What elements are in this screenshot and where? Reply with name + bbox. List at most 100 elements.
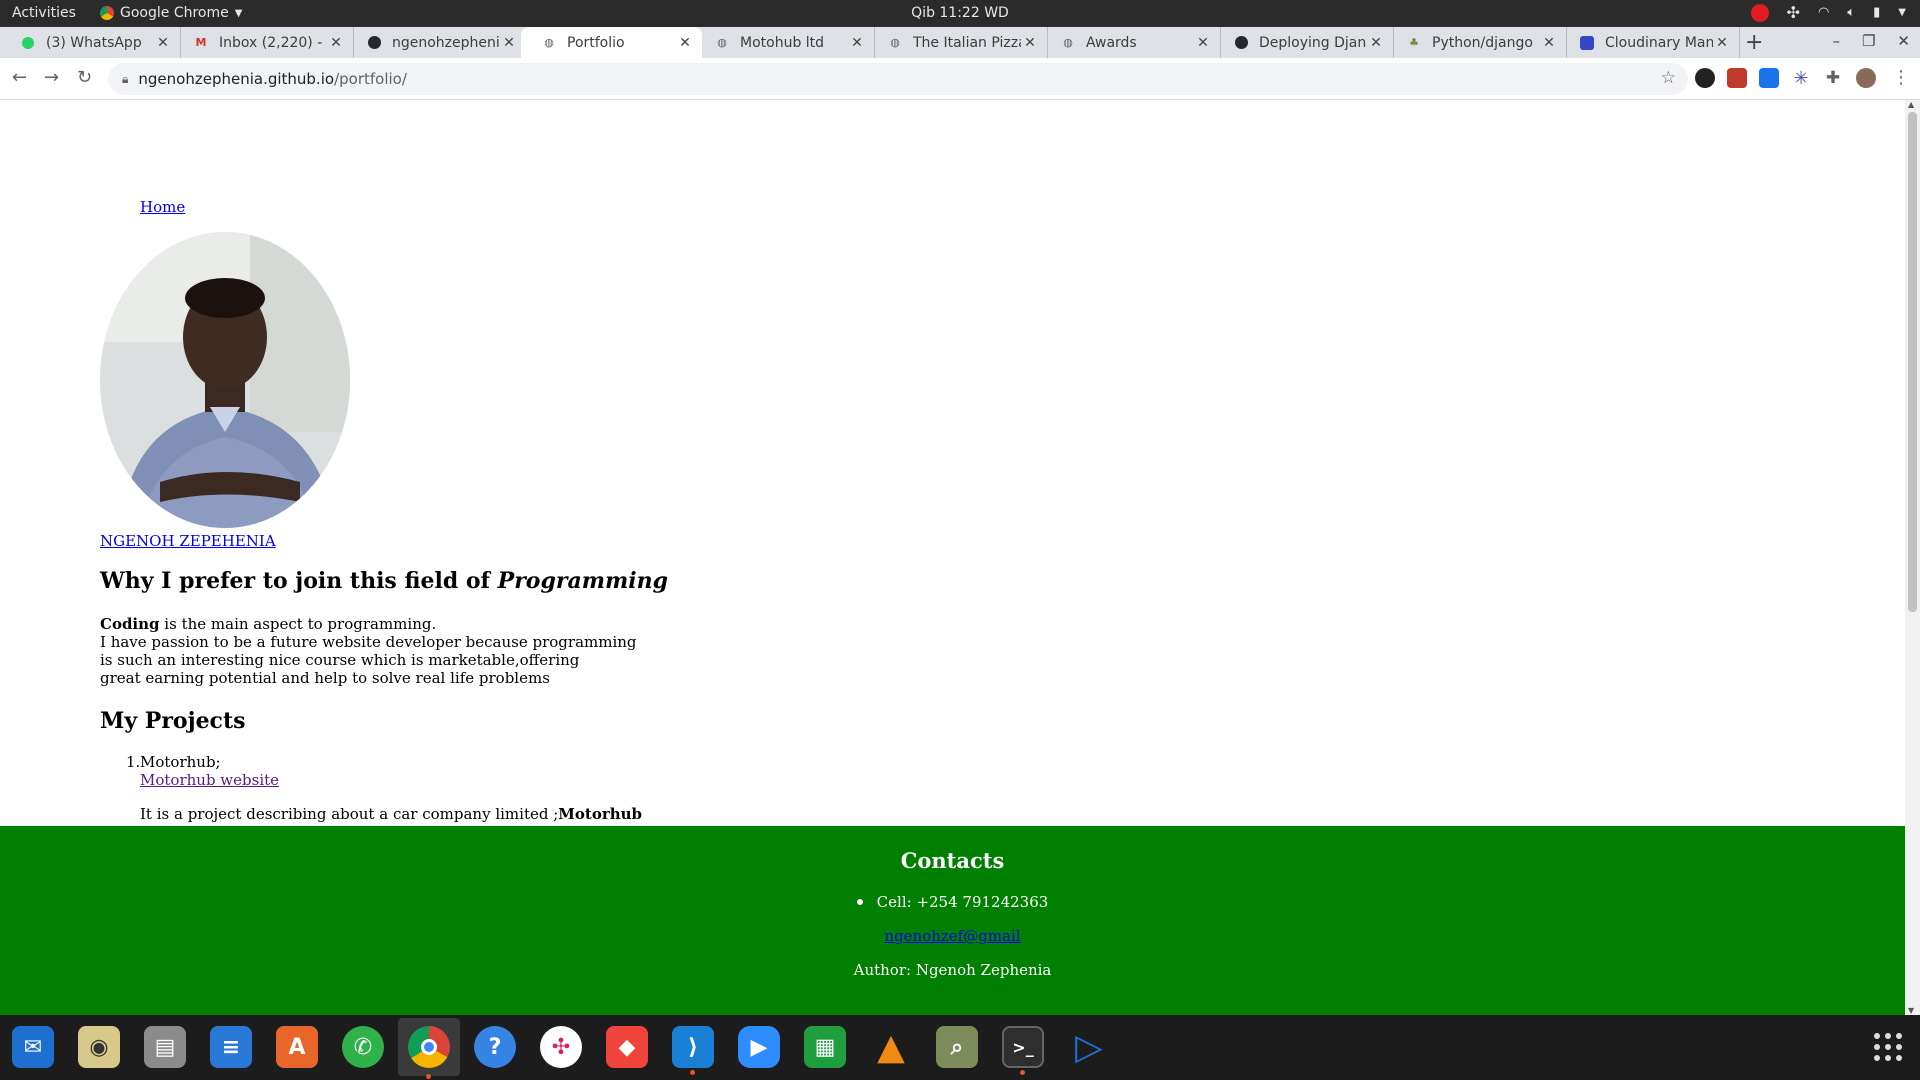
close-icon[interactable]: ✕ xyxy=(1367,35,1385,51)
running-indicator xyxy=(426,1074,431,1079)
zoom-icon: ▶ xyxy=(738,1026,780,1068)
author-name-link[interactable]: NGENOH ZEPEHENIA xyxy=(100,532,276,550)
vlc-icon: ▲ xyxy=(877,1026,905,1068)
forward-arrow-icon[interactable]: → xyxy=(44,67,59,88)
webcam-icon: ◉ xyxy=(78,1026,120,1068)
page-scrollbar[interactable]: ▲ ▼ xyxy=(1905,100,1920,1015)
dock-webcam[interactable]: ◉ xyxy=(74,1022,124,1072)
dock-files[interactable]: ▤ xyxy=(140,1022,190,1072)
my-projects-heading: My Projects xyxy=(100,708,246,734)
volume-icon[interactable]: 🔈︎ xyxy=(1847,5,1855,20)
system-menu-chevron-icon[interactable]: ▼ xyxy=(1898,7,1906,18)
heading-text: Why I prefer to join this field of xyxy=(100,568,498,594)
scroll-down-arrow-icon[interactable]: ▼ xyxy=(1908,1006,1914,1015)
close-icon[interactable]: ✕ xyxy=(1194,35,1212,51)
close-icon[interactable]: ✕ xyxy=(848,35,866,51)
dock-media-player[interactable]: ▷ xyxy=(1064,1022,1114,1072)
app-menu[interactable]: Google Chrome ▼ xyxy=(100,5,242,21)
chrome-icon xyxy=(408,1026,450,1068)
scroll-up-arrow-icon[interactable]: ▲ xyxy=(1908,100,1914,109)
wifi-icon[interactable]: ◠ xyxy=(1818,5,1829,20)
show-applications-icon[interactable] xyxy=(1874,1033,1902,1061)
chrome-menu-icon[interactable]: ⋮ xyxy=(1892,67,1910,88)
tab-title: Inbox (2,220) - n xyxy=(219,34,327,51)
whatsapp-icon xyxy=(20,35,36,51)
do-not-disturb-icon[interactable] xyxy=(1750,3,1769,22)
dock-slack[interactable]: ✣ xyxy=(536,1022,586,1072)
url-host: ngenohzephenia.github.io xyxy=(138,70,335,88)
tab-motohub[interactable]: ◍ Motohub ltd ✕ xyxy=(694,27,875,58)
reload-icon[interactable]: ↻ xyxy=(77,67,92,88)
tab-portfolio[interactable]: ◍ Portfolio ✕ xyxy=(521,27,702,58)
project-name: Motorhub; xyxy=(140,753,221,771)
dock-anydesk[interactable]: ◆ xyxy=(602,1022,652,1072)
tab-deploying-django[interactable]: Deploying Djan ✕ xyxy=(1213,27,1394,58)
dock-terminal[interactable]: >_ xyxy=(998,1022,1048,1075)
back-arrow-icon[interactable]: ← xyxy=(12,67,27,88)
close-window-icon[interactable]: ✕ xyxy=(1897,32,1910,50)
system-tray[interactable]: ✣ ◠ 🔈︎ ▮ ▼ xyxy=(1750,3,1906,22)
globe-icon: ◍ xyxy=(1063,36,1073,49)
scrollbar-thumb[interactable] xyxy=(1908,112,1917,612)
dock-thunderbird[interactable]: ✉ xyxy=(8,1022,58,1072)
anydesk-icon: ◆ xyxy=(606,1026,648,1068)
address-bar[interactable]: 🔒︎ ngenohzephenia.github.io/portfolio/ ☆ xyxy=(108,63,1688,95)
tab-gmail[interactable]: M Inbox (2,220) - n ✕ xyxy=(173,27,354,58)
extensions-puzzle-icon[interactable]: ✚ xyxy=(1823,68,1843,88)
new-tab-button[interactable]: + xyxy=(1745,30,1763,55)
tab-whatsapp[interactable]: (3) WhatsApp ✕ xyxy=(0,27,181,58)
dock-vlc[interactable]: ▲ xyxy=(866,1022,916,1072)
vscode-icon: ⟩ xyxy=(672,1026,714,1068)
restore-icon[interactable]: ❐ xyxy=(1862,32,1875,50)
minimize-icon[interactable]: – xyxy=(1832,32,1840,50)
close-icon[interactable]: ✕ xyxy=(154,35,172,51)
dock-phone[interactable]: ✆ xyxy=(338,1022,388,1072)
extension-snowflake-icon[interactable]: ✳ xyxy=(1791,68,1811,89)
activities-button[interactable]: Activities xyxy=(12,5,76,21)
dock-calc[interactable]: ▦ xyxy=(800,1022,850,1072)
tab-cloudinary[interactable]: Cloudinary Man ✕ xyxy=(1559,27,1740,58)
lock-icon[interactable]: 🔒︎ xyxy=(122,72,128,87)
dock-vscode[interactable]: ⟩ xyxy=(668,1022,718,1075)
tab-github-profile[interactable]: ngenohzepheni ✕ xyxy=(346,27,527,58)
home-link[interactable]: Home xyxy=(140,198,185,216)
close-icon[interactable]: ✕ xyxy=(1021,35,1039,51)
media-player-icon: ▷ xyxy=(1075,1026,1103,1068)
list-number: 1. xyxy=(126,753,141,771)
phone-icon: ✆ xyxy=(342,1026,384,1068)
tab-strip: (3) WhatsApp ✕ M Inbox (2,220) - n ✕ nge… xyxy=(0,27,1920,58)
dock-chrome[interactable] xyxy=(398,1018,460,1079)
tab-python-django[interactable]: ♣ Python/django ✕ xyxy=(1386,27,1567,58)
close-icon[interactable]: ✕ xyxy=(1540,35,1558,51)
close-icon[interactable]: ✕ xyxy=(676,35,694,51)
footer-author: Author: Ngenoh Zephenia xyxy=(853,961,1052,979)
dock-writer[interactable]: ≡ xyxy=(206,1022,256,1072)
bookmark-star-icon[interactable]: ☆ xyxy=(1661,68,1676,88)
dock-help[interactable]: ? xyxy=(470,1022,520,1072)
dock-zoom[interactable]: ▶ xyxy=(734,1022,784,1072)
project-link[interactable]: Motorhub website xyxy=(140,771,279,789)
slack-tray-icon[interactable]: ✣ xyxy=(1787,3,1800,22)
clock[interactable]: Qib 11:22 WD xyxy=(911,5,1009,21)
tab-title: Awards xyxy=(1086,34,1137,51)
tab-awards[interactable]: ◍ Awards ✕ xyxy=(1040,27,1221,58)
close-icon[interactable]: ✕ xyxy=(500,35,518,51)
heading-emphasis: Programming xyxy=(497,568,668,594)
project-desc-text: It is a project describing about a car c… xyxy=(140,805,559,823)
email-link[interactable]: ngenohzef@gmail xyxy=(0,927,1905,945)
dock-software-center[interactable]: A xyxy=(272,1022,322,1072)
extension-search-icon[interactable] xyxy=(1759,68,1779,88)
dock-image-viewer[interactable]: ⌕ xyxy=(932,1022,982,1072)
close-icon[interactable]: ✕ xyxy=(327,35,345,51)
extension-color-icon[interactable] xyxy=(1727,68,1747,88)
tab-title: (3) WhatsApp xyxy=(46,34,142,51)
close-icon[interactable]: ✕ xyxy=(1713,35,1731,51)
intro-strong: Coding xyxy=(100,615,160,633)
running-indicator xyxy=(1020,1070,1025,1075)
tab-italian-pizza[interactable]: ◍ The Italian Pizza ✕ xyxy=(867,27,1048,58)
profile-avatar[interactable] xyxy=(1856,68,1876,88)
extension-chat-icon[interactable] xyxy=(1695,68,1715,88)
tree-icon: ♣ xyxy=(1409,36,1419,49)
browser-toolbar: ← → ↻ 🔒︎ ngenohzephenia.github.io/portfo… xyxy=(0,58,1920,100)
battery-icon[interactable]: ▮ xyxy=(1873,5,1880,20)
